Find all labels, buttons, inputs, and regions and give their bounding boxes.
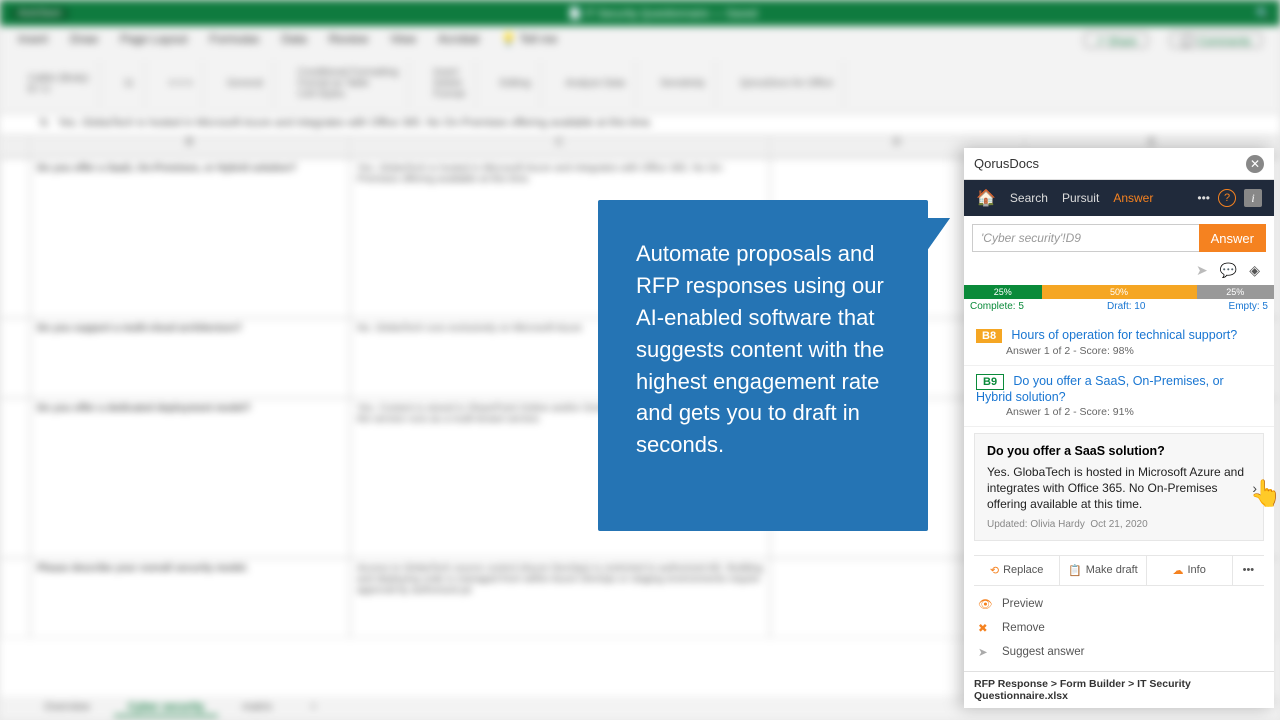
cell[interactable]: Do you support a multi-cloud architectur… (30, 318, 350, 398)
cell-badge: B9 (976, 374, 1004, 390)
preview-link[interactable]: 👁Preview (978, 592, 1260, 616)
progress-complete: 25% (964, 285, 1042, 299)
answer-button[interactable]: Answer (1199, 224, 1266, 252)
menu-page-layout[interactable]: Page Layout (120, 32, 187, 48)
chat-icon[interactable]: 💬 (1220, 262, 1237, 279)
progress-draft: 50% (1042, 285, 1197, 299)
make-draft-button[interactable]: 📋Make draft (1060, 556, 1146, 585)
ribbon-insert[interactable]: Insert (433, 67, 465, 78)
home-icon[interactable]: 🏠 (976, 188, 996, 208)
ribbon-delete[interactable]: Delete (433, 78, 465, 89)
menu-insert[interactable]: Insert (18, 32, 48, 48)
cell[interactable]: Access to GlobaTech source control (Azur… (350, 558, 770, 638)
answer-body: Yes. GlobaTech is hosted in Microsoft Az… (987, 464, 1251, 513)
format-table[interactable]: Format as Table (298, 78, 399, 89)
chevron-right-icon[interactable]: › (1252, 480, 1257, 496)
qorusdocs-panel: QorusDocs ✕ 🏠 Search Pursuit Answer ••• … (964, 148, 1274, 708)
question-meta: Answer 1 of 2 - Score: 91% (1006, 406, 1262, 418)
menu-tell-me[interactable]: 💡 Tell me (501, 32, 557, 48)
menu-draw[interactable]: Draw (70, 32, 98, 48)
menu-view[interactable]: View (390, 32, 416, 48)
more-icon[interactable]: ••• (1197, 191, 1210, 205)
remove-link[interactable]: ✖Remove (978, 616, 1260, 640)
ribbon-format[interactable]: Format (433, 89, 465, 100)
autosave-toggle[interactable]: AutoSave (10, 7, 69, 20)
eraser-icon[interactable]: ◈ (1249, 262, 1260, 279)
search-icon[interactable]: 🔍 (1256, 7, 1270, 20)
cell[interactable]: Do you offer a dedicated deployment mode… (30, 398, 350, 558)
question-meta: Answer 1 of 2 - Score: 98% (1006, 345, 1262, 357)
col-b[interactable]: B (30, 136, 350, 157)
help-icon[interactable]: ? (1218, 189, 1236, 207)
formula-bar[interactable]: fx Yes. GlobaTech is hosted in Microsoft… (0, 114, 1280, 136)
answer-card[interactable]: Do you offer a SaaS solution? Yes. Globa… (974, 433, 1264, 541)
cell[interactable]: Do you offer a SaaS, On-Premises, or Hyb… (30, 158, 350, 318)
add-sheet-button[interactable]: + (296, 699, 330, 717)
question-text: Hours of operation for technical support… (1011, 328, 1237, 342)
qorusdocs-addin[interactable]: QorusDocs for Office (730, 60, 844, 107)
answer-updated: Updated: Olivia Hardy (987, 519, 1085, 530)
analyze-data[interactable]: Analyze Data (555, 60, 635, 107)
tab-matrix[interactable]: matrix (228, 699, 286, 717)
nav-pursuit[interactable]: Pursuit (1062, 191, 1099, 205)
label-complete: Complete: 5 (970, 301, 1024, 312)
question-text: Do you offer a SaaS, On-Premises, or Hyb… (976, 374, 1224, 404)
progress-bar: 25% 50% 25% (964, 285, 1274, 299)
comments-button[interactable]: 💬 Comments (1170, 32, 1262, 48)
answer-title: Do you offer a SaaS solution? (987, 444, 1251, 458)
search-input[interactable] (972, 224, 1199, 252)
cell-badge: B8 (976, 329, 1002, 343)
nav-search[interactable]: Search (1010, 191, 1048, 205)
col-c[interactable]: C (350, 136, 770, 157)
more-actions-button[interactable]: ••• (1233, 556, 1264, 585)
title-bar: AutoSave 📄 IT Security Questionnaire — S… (0, 0, 1280, 26)
info-icon[interactable]: i (1244, 189, 1262, 207)
menu-bar: Insert Draw Page Layout Formulas Data Re… (0, 26, 1280, 54)
sensitivity[interactable]: Sensitivity (650, 60, 716, 107)
replace-button[interactable]: ⟲Replace (974, 556, 1060, 585)
ribbon-editing[interactable]: Editing (490, 60, 542, 107)
tab-overview[interactable]: Overview (30, 699, 104, 717)
close-icon[interactable]: ✕ (1246, 155, 1264, 173)
panel-title: QorusDocs (974, 156, 1039, 171)
question-item[interactable]: B8 Hours of operation for technical supp… (964, 320, 1274, 366)
progress-empty: 25% (1197, 285, 1275, 299)
answer-date: Oct 21, 2020 (1090, 519, 1147, 530)
label-empty: Empty: 5 (1229, 301, 1268, 312)
ribbon: Calibri (Body)B I U 11 ≡ ≡ ≡ General Con… (0, 54, 1280, 114)
info-button[interactable]: ☁Info (1147, 556, 1233, 585)
cell[interactable]: Please describe your overall security mo… (30, 558, 350, 638)
doc-title: 📄 IT Security Questionnaire — Saved (568, 7, 757, 20)
question-item[interactable]: B9 Do you offer a SaaS, On-Premises, or … (964, 366, 1274, 427)
menu-review[interactable]: Review (329, 32, 368, 48)
conditional-formatting[interactable]: Conditional Formatting (298, 67, 399, 78)
breadcrumb: RFP Response > Form Builder > IT Securit… (964, 671, 1274, 708)
menu-acrobat[interactable]: Acrobat (438, 32, 479, 48)
nav-answer[interactable]: Answer (1113, 191, 1153, 205)
number-format[interactable]: General (217, 60, 274, 107)
suggest-answer-link[interactable]: ➤Suggest answer (978, 640, 1260, 664)
tab-cyber-security[interactable]: Cyber security (114, 699, 218, 717)
label-draft: Draft: 10 (1107, 301, 1145, 312)
send-icon[interactable]: ➤ (1196, 262, 1208, 279)
menu-formulas[interactable]: Formulas (209, 32, 259, 48)
marketing-callout: Automate proposals and RFP responses usi… (598, 200, 928, 531)
cell-styles[interactable]: Cell Styles (298, 89, 399, 100)
menu-data[interactable]: Data (281, 32, 306, 48)
font-size[interactable]: 11 (114, 60, 145, 107)
share-button[interactable]: ↗ Share (1084, 32, 1148, 48)
font-select[interactable]: Calibri (Body) (28, 73, 89, 84)
